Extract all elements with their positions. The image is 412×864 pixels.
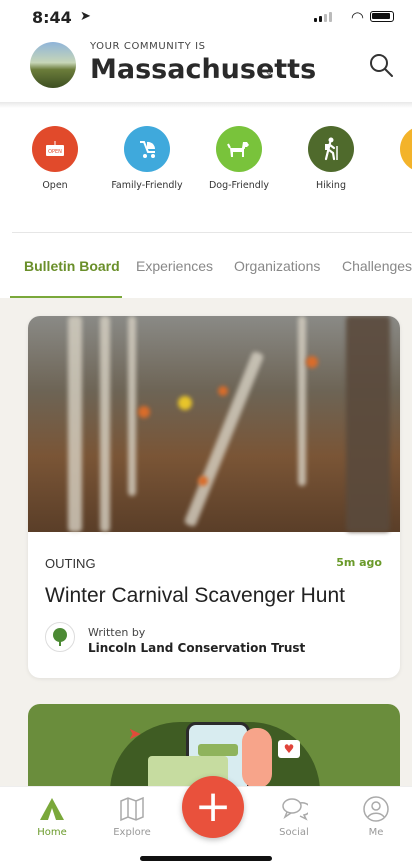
chevron-down-icon[interactable]: ⌄ <box>264 64 274 78</box>
tab-challenges[interactable]: Challenges <box>342 258 412 274</box>
post-timestamp: 5m ago <box>336 556 382 569</box>
community-selector[interactable]: Massachusetts <box>90 54 316 85</box>
svg-text:OPEN: OPEN <box>48 149 62 155</box>
divider <box>12 232 412 233</box>
cellular-signal-icon <box>314 12 332 22</box>
tab-experiences[interactable]: Experiences <box>136 258 213 274</box>
nav-me[interactable]: Me <box>346 795 406 838</box>
chat-bubbles-icon <box>282 798 308 821</box>
category-dog-friendly[interactable]: Dog-Friendly <box>202 126 276 206</box>
written-by-label: Written by <box>88 626 146 639</box>
category-label: Open <box>42 180 68 191</box>
category-hiking[interactable]: Hiking <box>294 126 368 206</box>
community-avatar[interactable] <box>30 42 76 88</box>
hiker-icon <box>308 126 354 172</box>
battery-icon <box>370 11 394 22</box>
paper-plane-icon: ➤ <box>128 724 142 743</box>
heart-icon: ♥ <box>278 740 300 758</box>
map-icon <box>120 796 144 822</box>
nav-label: Home <box>37 827 67 838</box>
open-sign-icon: OPEN <box>32 126 78 172</box>
category-family-friendly[interactable]: Family-Friendly <box>110 126 184 206</box>
nav-label: Me <box>368 827 384 838</box>
post-title[interactable]: Winter Carnival Scavenger Hunt <box>45 584 345 608</box>
category-icon <box>400 126 412 172</box>
post-card-promo[interactable]: ➤ ♥ <box>28 704 400 786</box>
category-list: OPEN Open Family-Friendly Dog-Friendly H… <box>0 126 412 206</box>
category-label: Dog-Friendly <box>208 180 270 191</box>
home-indicator <box>140 856 272 861</box>
add-post-button[interactable]: + <box>182 776 244 838</box>
bulletin-feed[interactable]: OUTING 5m ago Winter Carnival Scavenger … <box>0 298 412 786</box>
search-icon[interactable] <box>368 52 394 78</box>
nav-explore[interactable]: Explore <box>102 795 162 838</box>
nav-label: Explore <box>113 827 151 838</box>
phone-bar <box>198 744 238 756</box>
profile-icon <box>363 796 389 822</box>
category-label: Family-Friendly <box>111 180 183 191</box>
tab-bar: Bulletin Board Experiences Organizations… <box>0 250 412 298</box>
post-author[interactable]: Lincoln Land Conservation Trust <box>88 641 305 655</box>
header-shadow <box>0 102 412 108</box>
post-type: OUTING <box>45 556 96 571</box>
post-image <box>28 316 400 532</box>
dog-icon <box>216 126 262 172</box>
hand-illustration <box>242 728 272 786</box>
category-open[interactable]: OPEN Open <box>18 126 92 206</box>
tab-organizations[interactable]: Organizations <box>234 258 320 274</box>
nav-label: Social <box>279 827 309 838</box>
community-eyebrow: YOUR COMMUNITY IS <box>90 41 206 52</box>
location-arrow-icon: ➤ <box>80 9 91 24</box>
home-tent-icon <box>40 798 64 820</box>
wifi-icon: ◠ <box>350 8 364 26</box>
category-partial[interactable]: B <box>386 126 412 206</box>
tab-bulletin-board[interactable]: Bulletin Board <box>24 258 120 274</box>
stroller-icon <box>124 126 170 172</box>
organization-logo-icon <box>45 622 75 652</box>
status-bar: 8:44 ➤ ◠ <box>0 0 412 36</box>
community-header: YOUR COMMUNITY IS Massachusetts ⌄ <box>0 36 412 102</box>
nav-home[interactable]: Home <box>22 795 82 838</box>
clock: 8:44 <box>32 8 72 27</box>
category-label: Hiking <box>316 180 346 191</box>
post-card[interactable]: OUTING 5m ago Winter Carnival Scavenger … <box>28 316 400 678</box>
nav-social[interactable]: Social <box>264 795 324 838</box>
